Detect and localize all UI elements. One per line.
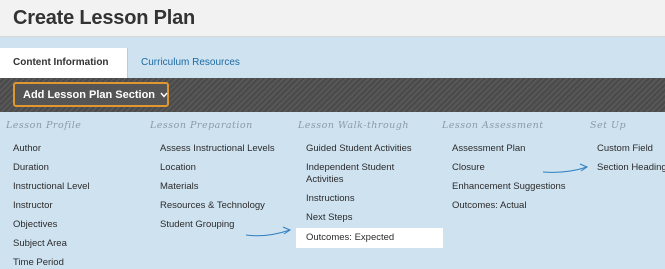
menu-item-assessment-plan[interactable]: Assessment Plan: [452, 143, 525, 155]
action-bar: Add Lesson Plan Section: [0, 78, 665, 112]
menu-item-subject-area[interactable]: Subject Area: [13, 238, 67, 250]
menu-item-resources-technology[interactable]: Resources & Technology: [160, 200, 265, 212]
column-heading: Lesson Profile: [6, 120, 82, 131]
menu-item-section-heading[interactable]: Section Heading: [597, 162, 665, 174]
add-lesson-plan-section-button[interactable]: Add Lesson Plan Section: [13, 82, 169, 107]
menu-item-independent-student-activities[interactable]: Independent Student Activities: [306, 162, 431, 186]
menu-item-assess-instructional-levels[interactable]: Assess Instructional Levels: [160, 143, 275, 155]
callout-arrow-icon: [542, 163, 589, 173]
menu-item-closure[interactable]: Closure: [452, 162, 485, 174]
chevron-down-icon: [160, 90, 168, 101]
menu-item-duration[interactable]: Duration: [13, 162, 49, 174]
column-heading: Lesson Assessment: [442, 120, 544, 131]
menu-item-objectives[interactable]: Objectives: [13, 219, 57, 231]
add-lesson-plan-section-label: Add Lesson Plan Section: [23, 89, 156, 101]
callout-arrow-icon: [245, 226, 292, 237]
menu-item-materials[interactable]: Materials: [160, 181, 199, 193]
title-bar: Create Lesson Plan: [0, 0, 665, 36]
column-heading: Set Up: [590, 120, 627, 131]
menu-item-author[interactable]: Author: [13, 143, 41, 155]
menu-item-instructions[interactable]: Instructions: [306, 193, 355, 205]
menu-item-location[interactable]: Location: [160, 162, 196, 174]
menu-item-enhancement-suggestions[interactable]: Enhancement Suggestions: [452, 181, 566, 193]
menu-item-guided-student-activities[interactable]: Guided Student Activities: [306, 143, 412, 155]
column-heading: Lesson Preparation: [150, 120, 253, 131]
menu-item-instructor[interactable]: Instructor: [13, 200, 53, 212]
menu-item-custom-field[interactable]: Custom Field: [597, 143, 653, 155]
tab-content-information-label: Content Information: [13, 57, 109, 68]
menu-item-instructional-level[interactable]: Instructional Level: [13, 181, 90, 193]
section-dropdown-menu: Lesson Profile Author Duration Instructi…: [0, 112, 665, 269]
menu-item-next-steps[interactable]: Next Steps: [306, 212, 352, 224]
menu-item-time-period[interactable]: Time Period: [13, 257, 64, 269]
menu-item-outcomes-expected[interactable]: Outcomes: Expected: [296, 228, 443, 248]
tab-bar: Content Information Curriculum Resources: [0, 36, 665, 79]
tab-curriculum-resources[interactable]: Curriculum Resources: [141, 57, 240, 68]
column-heading: Lesson Walk-through: [298, 120, 409, 131]
tab-content-information[interactable]: Content Information: [0, 48, 128, 79]
page-title: Create Lesson Plan: [13, 7, 196, 29]
menu-item-student-grouping[interactable]: Student Grouping: [160, 219, 234, 231]
menu-item-outcomes-actual[interactable]: Outcomes: Actual: [452, 200, 526, 212]
